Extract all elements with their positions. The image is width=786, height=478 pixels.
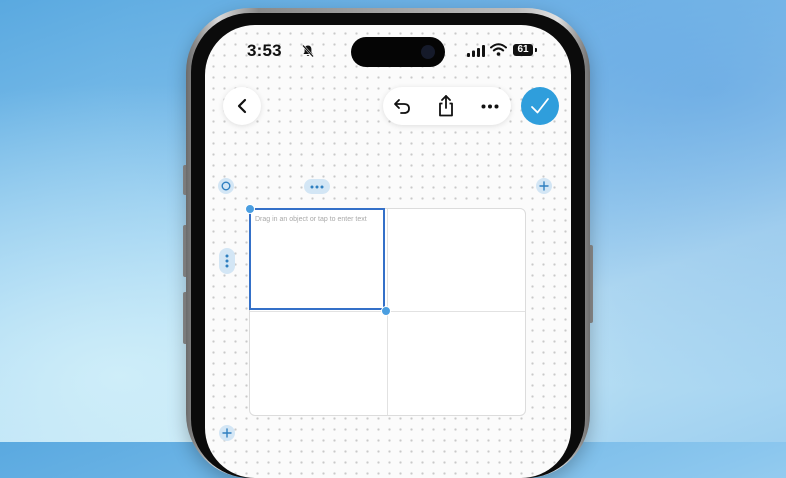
table-select-handle[interactable] bbox=[218, 178, 234, 194]
share-icon[interactable] bbox=[437, 95, 455, 117]
column-options-handle[interactable] bbox=[304, 179, 330, 194]
chevron-left-icon bbox=[237, 98, 247, 114]
bell-slash-icon bbox=[302, 44, 314, 58]
cell-placeholder: Drag in an object or tap to enter text bbox=[255, 216, 367, 223]
cellular-signal-icon bbox=[467, 45, 485, 57]
plus-icon bbox=[222, 428, 232, 438]
back-button[interactable] bbox=[223, 87, 261, 125]
add-column-button[interactable] bbox=[536, 178, 552, 194]
table-cell[interactable] bbox=[250, 311, 386, 415]
selected-cell[interactable]: Drag in an object or tap to enter text bbox=[249, 208, 385, 310]
selection-end-handle[interactable] bbox=[381, 306, 391, 316]
done-button[interactable] bbox=[521, 87, 559, 125]
circle-icon bbox=[221, 181, 231, 191]
table-cell[interactable] bbox=[387, 311, 525, 415]
undo-icon[interactable] bbox=[393, 97, 411, 115]
checkmark-icon bbox=[531, 98, 549, 114]
wifi-icon bbox=[490, 43, 507, 56]
battery-indicator: 61 bbox=[513, 44, 533, 56]
ellipsis-horizontal-icon bbox=[310, 185, 324, 188]
camera-lens bbox=[421, 45, 435, 59]
ellipsis-icon[interactable] bbox=[481, 104, 499, 109]
selection-start-handle[interactable] bbox=[245, 204, 255, 214]
battery-tip bbox=[535, 48, 537, 52]
plus-icon bbox=[539, 181, 549, 191]
row-options-handle[interactable] bbox=[219, 248, 235, 274]
phone-frame: 3:53 61 Drag in an object or tap to ente… bbox=[186, 8, 590, 478]
screen: 3:53 61 Drag in an object or tap to ente… bbox=[205, 25, 571, 478]
toolbar-group bbox=[383, 87, 511, 125]
table: Drag in an object or tap to enter text bbox=[245, 204, 526, 416]
add-row-button[interactable] bbox=[219, 425, 235, 441]
phone-bezel: 3:53 61 Drag in an object or tap to ente… bbox=[191, 13, 585, 478]
table-cell[interactable] bbox=[387, 209, 525, 311]
ellipsis-vertical-icon bbox=[225, 254, 229, 268]
dynamic-island bbox=[351, 37, 445, 67]
status-time: 3:53 bbox=[247, 41, 282, 60]
